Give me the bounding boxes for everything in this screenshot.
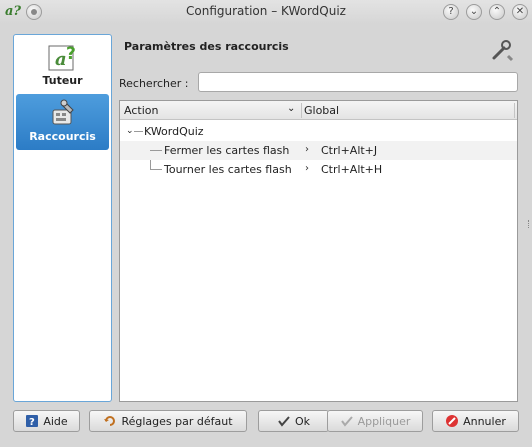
svg-text:?: ? <box>29 417 35 428</box>
shortcuts-tree: Action ⌄ Global ⌄ KWordQuiz Fermer les c… <box>119 100 518 402</box>
chevron-down-icon[interactable]: ⌄ <box>287 103 295 114</box>
table-row[interactable]: Fermer les cartes flash › Ctrl+Alt+J <box>120 141 517 160</box>
search-input[interactable] <box>198 72 518 92</box>
action-name: Tourner les cartes flash <box>164 163 292 176</box>
minimize-button[interactable]: ⌄ <box>466 4 482 20</box>
sidebar: a ? Tuteur Raccourcis <box>13 34 112 402</box>
page-title: Paramètres des raccourcis <box>124 40 289 53</box>
shortcut-value[interactable]: Ctrl+Alt+J <box>321 144 377 157</box>
svg-text:?: ? <box>66 44 76 64</box>
tree-branch-line <box>150 169 162 170</box>
title-bar: a? Configuration – KWordQuiz ? ⌄ ⌃ ✕ <box>0 0 532 24</box>
cancel-button-label: Annuler <box>463 414 506 428</box>
column-divider <box>514 103 515 118</box>
help-button-label: Aide <box>43 414 68 428</box>
sidebar-item-tuteur[interactable]: a ? Tuteur <box>16 38 109 94</box>
checkmark-icon <box>278 416 290 427</box>
reset-icon <box>104 416 116 426</box>
column-header-global[interactable]: Global <box>304 104 339 117</box>
checkmark-icon <box>340 416 353 427</box>
tree-header: Action ⌄ Global <box>120 101 517 120</box>
tree-root-row[interactable]: ⌄ KWordQuiz <box>120 122 517 141</box>
sidebar-item-raccourcis[interactable]: Raccourcis <box>16 94 109 150</box>
sidebar-item-label: Raccourcis <box>29 130 96 143</box>
maximize-button[interactable]: ⌃ <box>489 4 505 20</box>
search-label: Rechercher : <box>119 77 189 90</box>
column-divider[interactable] <box>301 103 302 118</box>
cancel-icon <box>446 415 459 427</box>
column-header-action[interactable]: Action <box>124 104 158 117</box>
shortcuts-icon <box>52 99 74 125</box>
close-button[interactable]: ✕ <box>512 4 528 20</box>
chevron-right-icon: › <box>305 163 309 174</box>
action-name: Fermer les cartes flash <box>164 144 290 157</box>
help-icon[interactable]: ? <box>443 4 459 20</box>
svg-text:a: a <box>55 49 67 70</box>
chevron-right-icon: › <box>305 144 309 155</box>
tree-branch-line <box>130 131 131 133</box>
defaults-button-label: Réglages par défaut <box>121 414 233 428</box>
tree-root-label: KWordQuiz <box>144 125 204 138</box>
help-button[interactable]: ? Aide <box>13 410 80 432</box>
help-book-icon: ? <box>26 415 39 428</box>
configure-shortcuts-icon <box>492 40 514 62</box>
tree-branch-line <box>134 131 143 132</box>
sidebar-item-label: Tuteur <box>42 74 83 87</box>
ok-button[interactable]: Ok <box>258 410 329 432</box>
tutor-icon: a ? <box>48 44 76 71</box>
apply-button[interactable]: Appliquer <box>327 410 423 432</box>
splitter-handle[interactable] <box>528 220 530 228</box>
tree-branch-line <box>150 150 162 151</box>
shortcut-value[interactable]: Ctrl+Alt+H <box>321 163 382 176</box>
apply-button-label: Appliquer <box>357 414 411 428</box>
defaults-button[interactable]: Réglages par défaut <box>89 410 247 432</box>
table-row[interactable]: Tourner les cartes flash › Ctrl+Alt+H <box>120 160 517 179</box>
cancel-button[interactable]: Annuler <box>432 410 519 432</box>
ok-button-label: Ok <box>294 414 311 428</box>
